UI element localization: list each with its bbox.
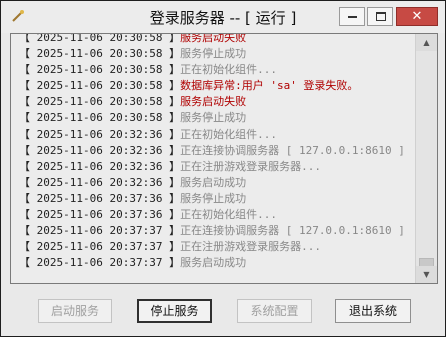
log-entry: 【 2025-11-06 20:37:37 】服务启动成功 — [11, 255, 411, 271]
stop-service-button[interactable]: 停止服务 — [137, 299, 212, 323]
log-timestamp: 【 2025-11-06 20:32:36 】 — [19, 175, 181, 189]
log-entry: 【 2025-11-06 20:32:36 】正在连接协调服务器 [ 127.0… — [11, 143, 411, 159]
log-message: 正在注册游戏登录服务器... — [180, 159, 321, 173]
log-message: 正在初始化组件... — [180, 63, 277, 77]
log-message: 服务启动成功 — [180, 175, 247, 189]
log-message: 服务停止成功 — [180, 191, 247, 205]
log-timestamp: 【 2025-11-06 20:37:36 】 — [19, 208, 181, 222]
log-message: 服务启动失败 — [180, 33, 247, 44]
log-entry: 【 2025-11-06 20:30:58 】数据库异常:用户 'sa' 登录失… — [11, 78, 411, 94]
log-timestamp: 【 2025-11-06 20:37:36 】 — [19, 191, 181, 205]
log-entry: 【 2025-11-06 20:30:58 】服务停止成功 — [11, 46, 411, 62]
log-message: 数据库异常:用户 'sa' 登录失败。 — [180, 79, 359, 93]
log-entry: 【 2025-11-06 20:32:36 】正在初始化组件... — [11, 127, 411, 143]
log-timestamp: 【 2025-11-06 20:30:58 】 — [19, 63, 181, 77]
log-timestamp: 【 2025-11-06 20:37:37 】 — [19, 256, 181, 270]
log-entry: 【 2025-11-06 20:37:36 】服务停止成功 — [11, 191, 411, 207]
log-message: 正在初始化组件... — [180, 208, 277, 222]
log-message: 正在连接协调服务器 [ 127.0.0.1:8610 ] — [180, 224, 405, 238]
log-timestamp: 【 2025-11-06 20:30:58 】 — [19, 111, 181, 125]
log-timestamp: 【 2025-11-06 20:30:58 】 — [19, 95, 181, 109]
log-panel[interactable]: 【 2025-11-06 20:30:58 】服务启动失败【 2025-11-0… — [10, 33, 438, 284]
log-entry: 【 2025-11-06 20:30:58 】正在初始化组件... — [11, 62, 411, 78]
exit-system-button[interactable]: 退出系统 — [335, 299, 411, 323]
log-timestamp: 【 2025-11-06 20:32:36 】 — [19, 127, 181, 141]
log-timestamp: 【 2025-11-06 20:37:37 】 — [19, 224, 181, 238]
close-button[interactable]: ✕ — [396, 7, 438, 26]
log-entry: 【 2025-11-06 20:30:58 】服务启动失败 — [11, 94, 411, 110]
arrow-down-icon[interactable]: ▼ — [416, 266, 437, 283]
log-timestamp: 【 2025-11-06 20:32:36 】 — [19, 143, 181, 157]
log-entry: 【 2025-11-06 20:32:36 】正在注册游戏登录服务器... — [11, 159, 411, 175]
log-list: 【 2025-11-06 20:30:58 】服务启动失败【 2025-11-0… — [11, 33, 411, 271]
vertical-scrollbar[interactable]: ▲ ▼ — [415, 34, 437, 283]
arrow-up-icon[interactable]: ▲ — [416, 34, 437, 51]
log-entry: 【 2025-11-06 20:30:58 】服务启动失败 — [11, 33, 411, 46]
close-icon: ✕ — [411, 9, 423, 24]
log-entry: 【 2025-11-06 20:37:37 】正在连接协调服务器 [ 127.0… — [11, 223, 411, 239]
log-message: 正在初始化组件... — [180, 127, 277, 141]
log-timestamp: 【 2025-11-06 20:37:37 】 — [19, 240, 181, 254]
minimize-icon — [348, 16, 357, 18]
title-bar[interactable]: 登录服务器 -- [ 运行 ] ✕ — [1, 1, 445, 33]
system-config-button[interactable]: 系统配置 — [237, 299, 312, 323]
log-message: 正在连接协调服务器 [ 127.0.0.1:8610 ] — [180, 143, 405, 157]
log-message: 正在注册游戏登录服务器... — [180, 240, 321, 254]
log-message: 服务启动失败 — [180, 95, 247, 109]
log-entry: 【 2025-11-06 20:37:36 】正在初始化组件... — [11, 207, 411, 223]
log-message: 服务停止成功 — [180, 47, 247, 61]
log-timestamp: 【 2025-11-06 20:30:58 】 — [19, 33, 181, 44]
log-entry: 【 2025-11-06 20:30:58 】服务停止成功 — [11, 110, 411, 126]
log-message: 服务启动成功 — [180, 256, 247, 270]
log-timestamp: 【 2025-11-06 20:30:58 】 — [19, 79, 181, 93]
maximize-button[interactable] — [367, 7, 393, 26]
start-service-button[interactable]: 启动服务 — [38, 299, 112, 323]
log-timestamp: 【 2025-11-06 20:30:58 】 — [19, 47, 181, 61]
log-message: 服务停止成功 — [180, 111, 247, 125]
log-entry: 【 2025-11-06 20:32:36 】服务启动成功 — [11, 175, 411, 191]
maximize-icon — [376, 12, 386, 21]
log-timestamp: 【 2025-11-06 20:32:36 】 — [19, 159, 181, 173]
minimize-button[interactable] — [339, 7, 365, 26]
log-entry: 【 2025-11-06 20:37:37 】正在注册游戏登录服务器... — [11, 239, 411, 255]
main-window: 登录服务器 -- [ 运行 ] ✕ 【 2025-11-06 20:30:58 … — [0, 0, 446, 337]
